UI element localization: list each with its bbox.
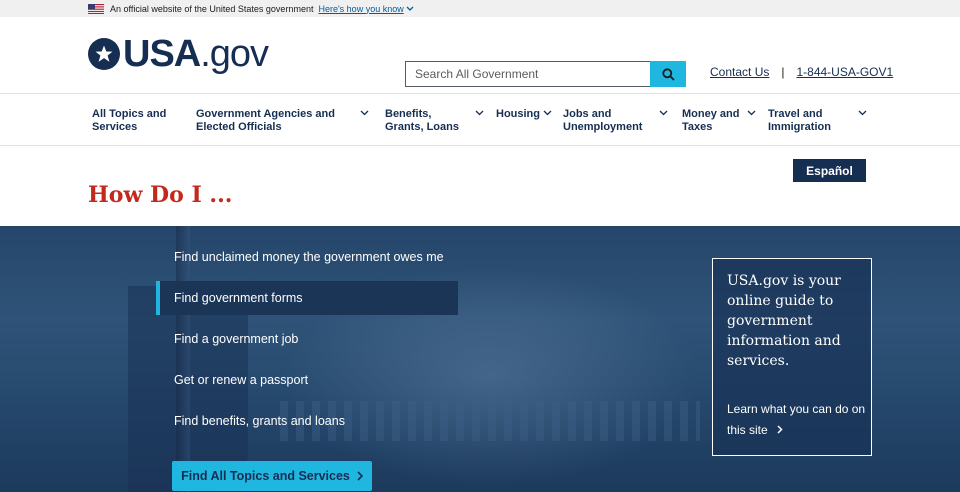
chevron-down-icon: [475, 110, 484, 116]
nav-item-all-topics[interactable]: All Topics and Services: [92, 108, 180, 133]
nav-item-money-taxes[interactable]: Money and Taxes: [682, 108, 762, 133]
nav-item-label: All Topics and Services: [92, 108, 167, 133]
page-title-area: Español How Do I ...: [0, 146, 960, 226]
nav-item-housing[interactable]: Housing: [496, 108, 556, 121]
contact-us-link[interactable]: Contact Us: [710, 65, 769, 79]
chevron-down-icon: [406, 6, 414, 11]
logo-wordmark: USA.gov: [123, 33, 269, 75]
nav-item-label: Money and Taxes: [682, 108, 740, 133]
usagov-logo[interactable]: USA.gov: [88, 33, 269, 75]
learn-more-label: Learn what you can do on this site: [727, 402, 866, 437]
how-do-i-links: Find unclaimed money the government owes…: [156, 240, 458, 445]
chevron-right-icon: [777, 425, 783, 434]
link-government-forms[interactable]: Find government forms: [156, 281, 458, 315]
heres-how-you-know-link[interactable]: Here's how you know: [318, 3, 414, 14]
nav-item-label: Benefits, Grants, Loans: [385, 108, 459, 133]
nav-item-label: Jobs and Unemployment: [563, 108, 643, 133]
site-search: [405, 61, 686, 87]
nav-item-jobs[interactable]: Jobs and Unemployment: [563, 108, 673, 133]
find-all-topics-button[interactable]: Find All Topics and Services: [172, 461, 372, 491]
chevron-down-icon: [360, 110, 369, 116]
chevron-down-icon: [747, 110, 756, 116]
nav-item-government-agencies[interactable]: Government Agencies and Elected Official…: [196, 108, 376, 133]
logo-main-text: USA: [123, 33, 201, 75]
contact-links: Contact Us | 1-844-USA-GOV1: [710, 65, 893, 79]
about-usagov-box: USA.gov is your online guide to governme…: [712, 258, 872, 456]
phone-link[interactable]: 1-844-USA-GOV1: [796, 65, 893, 79]
link-unclaimed-money[interactable]: Find unclaimed money the government owes…: [156, 240, 458, 274]
logo-suffix-text: .gov: [200, 33, 269, 75]
nav-item-label: Government Agencies and Elected Official…: [196, 108, 335, 133]
chevron-right-icon: [357, 471, 363, 481]
search-input[interactable]: [405, 61, 650, 87]
star-icon: [88, 38, 120, 70]
site-header: USA.gov Contact Us | 1-844-USA-GOV1: [0, 17, 960, 94]
official-text: An official website of the United States…: [110, 3, 314, 14]
nav-item-label: Travel and Immigration: [768, 108, 831, 133]
find-all-topics-label: Find All Topics and Services: [181, 469, 350, 483]
official-banner: An official website of the United States…: [0, 0, 960, 17]
divider: |: [781, 65, 785, 79]
us-flag-icon: [88, 3, 104, 14]
search-button[interactable]: [650, 61, 686, 87]
link-passport[interactable]: Get or renew a passport: [156, 363, 458, 397]
chevron-down-icon: [858, 110, 867, 116]
chevron-down-icon: [543, 110, 552, 116]
link-government-job[interactable]: Find a government job: [156, 322, 458, 356]
nav-item-label: Housing: [496, 108, 540, 120]
link-benefits-grants-loans[interactable]: Find benefits, grants and loans: [156, 404, 458, 438]
search-icon: [661, 67, 675, 81]
nav-item-travel[interactable]: Travel and Immigration: [768, 108, 872, 133]
hero-section: Find unclaimed money the government owes…: [0, 226, 960, 492]
main-navigation: All Topics and Services Government Agenc…: [0, 94, 960, 146]
nav-item-benefits[interactable]: Benefits, Grants, Loans: [385, 108, 485, 133]
chevron-down-icon: [659, 110, 668, 116]
page-title: How Do I ...: [88, 182, 233, 208]
learn-more-link[interactable]: Learn what you can do on this site: [727, 399, 867, 441]
espanol-button[interactable]: Español: [793, 159, 866, 182]
heres-how-you-know-label: Here's how you know: [318, 3, 404, 14]
about-headline: USA.gov is your online guide to governme…: [727, 273, 841, 369]
